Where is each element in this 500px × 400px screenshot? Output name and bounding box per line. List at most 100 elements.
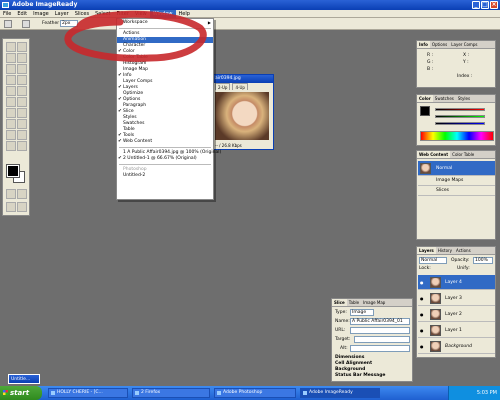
path-selection-tool-icon[interactable] [17, 108, 27, 118]
rectangle-tool-icon[interactable] [6, 119, 16, 129]
document-window[interactable]: air0394.jpg 2-Up 4-Up -- / 26.8 Kbps [212, 74, 274, 150]
menu-window[interactable]: Window [149, 9, 176, 18]
green-slider[interactable] [435, 115, 485, 118]
start-button[interactable]: start [0, 386, 42, 400]
marquee-tool-icon[interactable] [4, 20, 12, 28]
tab-color[interactable]: Color [417, 95, 433, 102]
color-fg-swatch[interactable] [420, 106, 430, 116]
marquee-tool-icon[interactable] [6, 42, 16, 52]
slice-section-dimensions[interactable]: Dimensions [335, 355, 364, 360]
tab-actions[interactable]: Actions [454, 247, 473, 254]
eraser-tool-icon[interactable] [6, 86, 16, 96]
crop-tool-icon[interactable] [6, 64, 16, 74]
menu-file[interactable]: File [0, 10, 14, 18]
minimized-document[interactable]: Untitle... [8, 374, 40, 384]
menu-filter[interactable]: Filter [114, 10, 132, 18]
tab-color-table[interactable]: Color Table [450, 151, 476, 158]
menu-image[interactable]: Image [30, 10, 52, 18]
pencil-tool-icon[interactable] [17, 75, 27, 85]
close-button[interactable]: × [490, 1, 498, 9]
tab-2-up[interactable]: 2-Up [215, 83, 231, 90]
tab-options[interactable]: Options [430, 41, 449, 48]
visibility-eye-icon[interactable]: ● [420, 344, 424, 349]
selection-mode-icon[interactable] [22, 20, 30, 28]
slice-alt-input[interactable] [350, 345, 410, 352]
layer-row[interactable]: ● Layer 4 [418, 275, 495, 290]
visibility-eye-icon[interactable]: ● [420, 296, 424, 301]
blend-mode-select[interactable]: Normal [419, 257, 447, 264]
tab-layers[interactable]: Layers [417, 247, 436, 254]
tab-4-up[interactable]: 4-Up [232, 83, 248, 90]
menu-help[interactable]: Help [176, 10, 193, 18]
taskbar-button[interactable]: Adobe Photoshop [214, 388, 296, 398]
visibility-eye-icon[interactable]: ● [420, 312, 424, 317]
paint-bucket-tool-icon[interactable] [17, 86, 27, 96]
slice-section-status-bar-message[interactable]: Status Bar Message [335, 373, 385, 378]
zoom-tool-icon[interactable] [17, 130, 27, 140]
slice-name-input[interactable]: A Public Affair0394_01 [350, 318, 410, 325]
menu-edit[interactable]: Edit [14, 10, 30, 18]
document-image[interactable] [215, 92, 269, 140]
move-tool-icon[interactable] [17, 42, 27, 52]
preview-in-browser-icon[interactable] [17, 202, 27, 212]
web-content-row-image-maps[interactable]: Image Maps [418, 177, 495, 186]
dodge-tool-icon[interactable] [17, 97, 27, 107]
standard-mode-icon[interactable] [6, 189, 16, 199]
slice-type-select[interactable]: Image [350, 309, 374, 316]
blur-tool-icon[interactable] [6, 97, 16, 107]
color-ramp[interactable] [420, 131, 494, 141]
magic-wand-tool-icon[interactable] [17, 53, 27, 63]
tab-swatches[interactable]: Swatches [433, 95, 456, 102]
window-menu-item-workspace[interactable]: Workspace ▶ [117, 20, 213, 26]
feather-input[interactable]: 2px [60, 20, 78, 27]
web-content-row-slices[interactable]: Slices [418, 187, 495, 196]
foreground-color-swatch[interactable] [6, 164, 20, 178]
visibility-eye-icon[interactable]: ● [420, 280, 424, 285]
tab-history[interactable]: History [436, 247, 454, 254]
image-map-tool-icon[interactable] [17, 141, 27, 151]
type-tool-icon[interactable] [6, 108, 16, 118]
screen-mode-icon[interactable] [6, 202, 16, 212]
quick-mask-mode-icon[interactable] [17, 189, 27, 199]
tab-table[interactable]: Table [347, 299, 361, 306]
slice-target-input[interactable] [354, 336, 410, 343]
opacity-input[interactable]: 100% [473, 257, 493, 264]
blue-slider[interactable] [435, 122, 485, 125]
slice-section-cell-alignment[interactable]: Cell Alignment [335, 361, 372, 366]
notes-tool-icon[interactable] [17, 119, 27, 129]
visibility-eye-icon[interactable]: ● [420, 328, 424, 333]
taskbar-button[interactable]: HOLLY CHERIE - [C... [48, 388, 128, 398]
lasso-tool-icon[interactable] [6, 53, 16, 63]
maximize-button[interactable]: □ [481, 1, 489, 9]
tab-image-map[interactable]: Image Map [361, 299, 387, 306]
tab-info[interactable]: Info [417, 41, 430, 48]
tab-layer-comps[interactable]: Layer Comps [449, 41, 479, 48]
web-content-row-normal[interactable]: Normal [418, 161, 495, 176]
layer-row[interactable]: ● Layer 2 [418, 307, 495, 322]
layer-row[interactable]: ● Layer 3 [418, 291, 495, 306]
eyedropper-tool-icon[interactable] [6, 141, 16, 151]
slice-tool-icon[interactable] [17, 64, 27, 74]
brush-tool-icon[interactable] [6, 75, 16, 85]
tab-web-content[interactable]: Web Content [417, 151, 451, 158]
slice-section-background[interactable]: Background [335, 367, 365, 372]
slice-url-input[interactable] [350, 327, 410, 334]
tab-slice[interactable]: Slice [332, 299, 347, 306]
taskbar-button[interactable]: 2 Firefox [132, 388, 210, 398]
hand-tool-icon[interactable] [6, 130, 16, 140]
tab-styles[interactable]: Styles [456, 95, 472, 102]
menu-separator [119, 28, 211, 29]
taskbar-button[interactable]: Adobe ImageReady [300, 388, 380, 398]
window-menu-item-web-content[interactable]: ✔ Web Content [117, 139, 213, 145]
menu-select[interactable]: Select [92, 10, 113, 18]
layer-row[interactable]: ● Background [418, 339, 495, 354]
menu-view[interactable]: View [132, 10, 150, 18]
minimize-button[interactable]: _ [472, 1, 480, 9]
menu-layer[interactable]: Layer [52, 10, 72, 18]
red-slider[interactable] [435, 108, 485, 111]
document-title[interactable]: air0394.jpg [213, 75, 273, 83]
window-menu-item-2-untitled-1-66-67-original[interactable]: ✔ 2 Untitled-1 @ 66.67% (Original) [117, 156, 213, 162]
menu-slices[interactable]: Slices [72, 10, 92, 18]
window-menu-item-untitled-2[interactable]: Untitled-2 [117, 173, 213, 179]
layer-row[interactable]: ● Layer 1 [418, 323, 495, 338]
